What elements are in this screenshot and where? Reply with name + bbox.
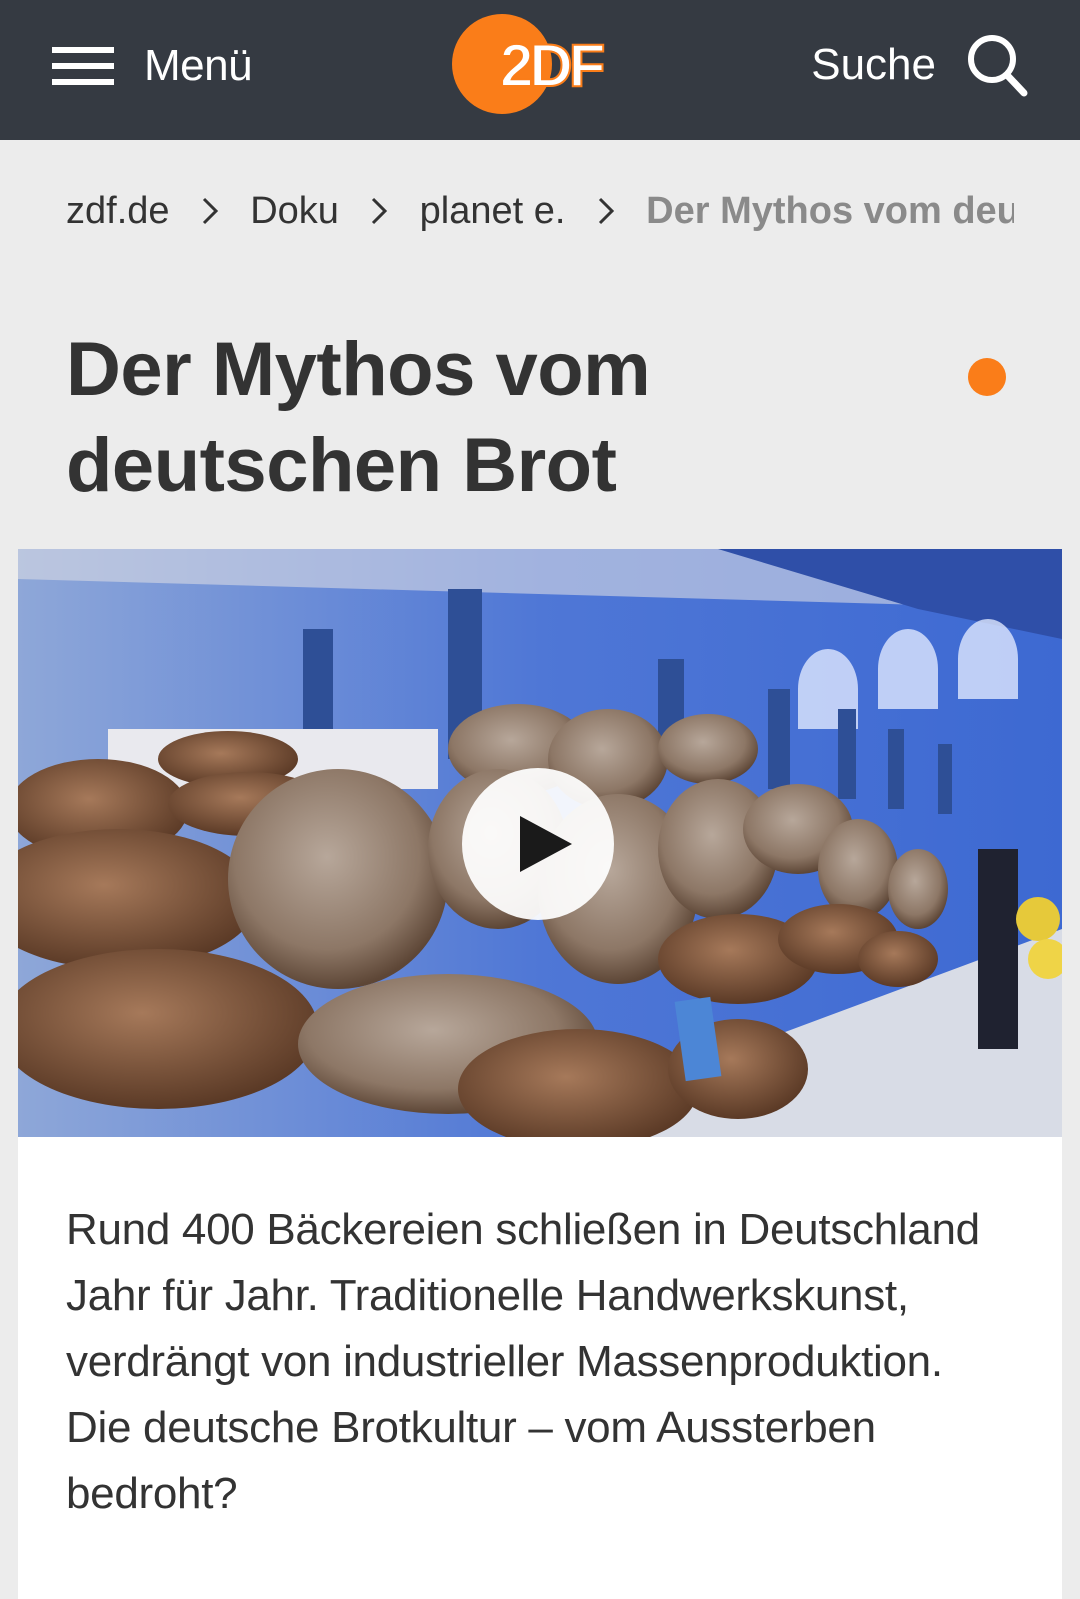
- breadcrumb: zdf.de Doku planet e. Der Mythos vom deu: [66, 186, 1014, 236]
- search-icon: [968, 35, 1028, 97]
- search-button[interactable]: Suche: [811, 30, 1028, 100]
- article-description: Rund 400 Bäckereien schließen in Deutsch…: [66, 1205, 980, 1518]
- search-label: Suche: [811, 40, 936, 89]
- live-indicator-dot: [968, 358, 1006, 396]
- page-title-line-1: Der Mythos vom: [66, 327, 651, 412]
- play-icon[interactable]: [462, 768, 614, 920]
- chevron-right-icon: [170, 186, 251, 236]
- menu-label: Menü: [144, 41, 253, 90]
- zdf-logo-text: 2DF: [500, 32, 604, 99]
- menu-button[interactable]: Menü: [52, 36, 253, 96]
- breadcrumb-item-zdf[interactable]: zdf.de: [66, 190, 170, 233]
- video-player[interactable]: [18, 549, 1062, 1137]
- zdf-logo[interactable]: 2DF: [452, 14, 632, 114]
- chevron-right-icon: [339, 186, 420, 236]
- breadcrumb-item-doku[interactable]: Doku: [250, 190, 339, 233]
- hamburger-icon: [52, 44, 114, 88]
- breadcrumb-item-planet-e[interactable]: planet e.: [420, 190, 566, 233]
- breadcrumb-current: Der Mythos vom deu: [646, 189, 1014, 232]
- chevron-right-icon: [565, 186, 646, 236]
- page-title-line-2: deutschen Brot: [66, 423, 617, 508]
- top-navigation-bar: Menü 2DF Suche: [0, 0, 1080, 140]
- page-title: Der Mythos vom deutschen Brot: [66, 322, 906, 514]
- description-card: Rund 400 Bäckereien schließen in Deutsch…: [18, 1137, 1062, 1599]
